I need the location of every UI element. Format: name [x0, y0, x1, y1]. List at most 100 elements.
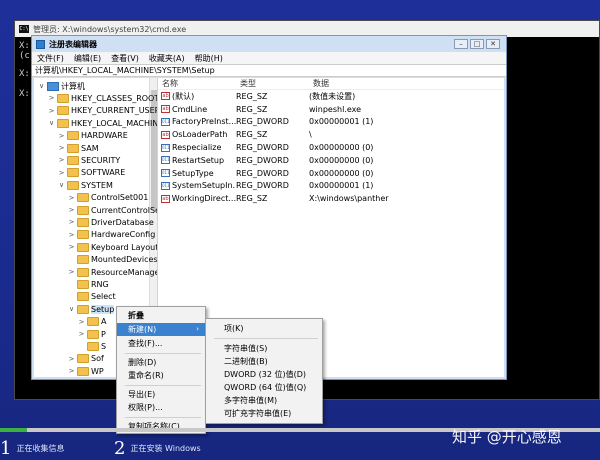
binary-value-icon: 011 [161, 117, 170, 126]
menu-favorites[interactable]: 收藏夹(A) [149, 53, 185, 64]
value-row[interactable]: ab OsLoaderPath REG_SZ \ [158, 128, 504, 141]
tree-node[interactable]: Select [68, 291, 116, 303]
menu-item-find[interactable]: 查找(F)... [117, 337, 205, 350]
chevron-right-icon[interactable]: > [68, 231, 75, 239]
submenu-item-key[interactable]: 项(K) [206, 322, 322, 335]
chevron-right-icon[interactable]: > [48, 94, 55, 102]
tree-node[interactable]: > P [78, 328, 106, 340]
folder-icon [77, 242, 89, 252]
chevron-down-icon[interactable]: ∨ [48, 119, 55, 127]
tree-node[interactable]: > HARDWARE [58, 130, 128, 142]
value-row[interactable]: 011 Respecialize REG_DWORD 0x00000000 (0) [158, 141, 504, 154]
menu-file[interactable]: 文件(F) [37, 53, 64, 64]
value-row[interactable]: 011 FactoryPreInst... REG_DWORD 0x00000001 … [158, 116, 504, 129]
menu-item-export[interactable]: 导出(E) [117, 388, 205, 401]
chevron-right-icon[interactable]: > [58, 169, 65, 177]
close-icon[interactable]: ✕ [486, 39, 500, 49]
value-row[interactable]: ab WorkingDirect... REG_SZ X:\windows\panth… [158, 192, 504, 205]
tree-node[interactable]: > SAM [58, 142, 99, 154]
tree-node[interactable]: > HKEY_CLASSES_ROOT [48, 92, 157, 104]
value-row[interactable]: ab (默认) REG_SZ (数值未设置) [158, 90, 504, 103]
chevron-down-icon[interactable]: ∨ [68, 305, 75, 313]
tree-node[interactable]: > CurrentControlSet [68, 204, 157, 216]
submenu-item-string[interactable]: 字符串值(S) [206, 342, 322, 355]
value-type: REG_SZ [236, 91, 268, 101]
tree-node-label: DriverDatabase [91, 217, 154, 227]
submenu-item-multi-string[interactable]: 多字符串值(M) [206, 394, 322, 407]
tree-node-label: RNG [91, 279, 109, 289]
chevron-right-icon[interactable]: > [48, 107, 55, 115]
tree-node[interactable]: > Sof [68, 353, 104, 365]
address-bar[interactable]: 计算机\HKEY_LOCAL_MACHINE\SYSTEM\Setup [32, 64, 506, 77]
chevron-right-icon[interactable]: > [68, 243, 75, 251]
menu-item-delete[interactable]: 删除(D) [117, 356, 205, 369]
tree-node[interactable]: ∨ SYSTEM [58, 179, 113, 191]
menu-help[interactable]: 帮助(H) [195, 53, 223, 64]
window-controls: – □ ✕ [454, 39, 500, 49]
tree-node[interactable]: > ControlSet001 [68, 192, 148, 204]
chevron-right-icon[interactable]: > [68, 194, 75, 202]
folder-icon [67, 143, 79, 153]
chevron-right-icon[interactable]: > [78, 318, 85, 326]
tree-node[interactable]: RNG [68, 278, 109, 290]
tree-node[interactable]: S [78, 340, 106, 352]
tree-node[interactable]: MountedDevices [68, 254, 157, 266]
chevron-down-icon[interactable]: ∨ [38, 82, 45, 90]
folder-icon [77, 267, 89, 277]
tree-node[interactable]: > Keyboard Layout [68, 241, 157, 253]
tree-node[interactable]: > WP [68, 365, 104, 377]
minimize-icon[interactable]: – [454, 39, 468, 49]
tree-node-label: S [101, 341, 107, 351]
chevron-right-icon[interactable]: > [58, 132, 65, 140]
folder-icon [87, 341, 99, 351]
value-row[interactable]: 011 SystemSetupIn... REG_DWORD 0x00000001 (… [158, 180, 504, 193]
menu-item-permissions[interactable]: 权限(P)... [117, 401, 205, 414]
submenu-item-qword[interactable]: QWORD (64 位)值(Q) [206, 381, 322, 394]
value-row[interactable]: ab CmdLine REG_SZ winpeshl.exe [158, 103, 504, 116]
value-name-cell: 011 SetupType [158, 169, 236, 178]
tree-node[interactable]: > SOFTWARE [58, 167, 125, 179]
chevron-right-icon[interactable]: > [68, 218, 75, 226]
folder-icon [57, 93, 69, 103]
setup-step-2: 2 正在安装 Windows [114, 438, 201, 459]
value-data: 0x00000000 (0) [309, 143, 374, 153]
chevron-right-icon[interactable]: > [68, 268, 75, 276]
chevron-right-icon[interactable]: > [78, 330, 85, 338]
setup-progress-fill [0, 428, 27, 432]
menu-item-collapse[interactable]: 折叠 [117, 309, 205, 322]
tree-node[interactable]: > A [78, 316, 106, 328]
column-data[interactable]: 数据 [309, 78, 329, 89]
submenu-item-binary[interactable]: 二进制值(B) [206, 355, 322, 368]
column-type[interactable]: 类型 [236, 78, 309, 89]
regedit-titlebar[interactable]: 注册表编辑器 [32, 36, 506, 52]
tree-node-label: WP [91, 366, 104, 376]
value-name: FactoryPreInst... [172, 117, 236, 127]
tree-node[interactable]: ∨ Setup [68, 303, 115, 315]
value-row[interactable]: 011 RestartSetup REG_DWORD 0x00000000 (0) [158, 154, 504, 167]
submenu-item-dword[interactable]: DWORD (32 位)值(D) [206, 368, 322, 381]
menu-item-new[interactable]: 新建(N) › [117, 323, 205, 336]
tree-node[interactable]: > DriverDatabase [68, 216, 154, 228]
chevron-right-icon[interactable]: > [58, 144, 65, 152]
tree-node[interactable]: > HardwareConfig [68, 229, 155, 241]
chevron-right-icon[interactable]: > [68, 367, 75, 375]
chevron-right-icon[interactable]: > [68, 206, 75, 214]
tree-node[interactable]: > SECURITY [58, 154, 120, 166]
chevron-down-icon[interactable]: ∨ [58, 181, 65, 189]
submenu-item-expandable-string[interactable]: 可扩充字符串值(E) [206, 407, 322, 420]
tree-node[interactable]: ∨ 计算机 [38, 80, 85, 92]
chevron-right-icon[interactable]: > [58, 156, 65, 164]
maximize-icon[interactable]: □ [470, 39, 484, 49]
column-name[interactable]: 名称 [158, 78, 236, 89]
tree-node[interactable]: > HKEY_CURRENT_USER [48, 105, 157, 117]
tree-node-label: Select [91, 292, 116, 302]
menu-item-rename[interactable]: 重命名(R) [117, 369, 205, 382]
tree-node-label: HARDWARE [81, 131, 128, 141]
chevron-right-icon[interactable]: > [68, 355, 75, 363]
menu-edit[interactable]: 编辑(E) [74, 53, 101, 64]
tree-node[interactable]: ∨ HKEY_LOCAL_MACHINE [48, 117, 157, 129]
tree-node[interactable]: > ResourceManager [68, 266, 157, 278]
menu-view[interactable]: 查看(V) [111, 53, 139, 64]
value-row[interactable]: 011 SetupType REG_DWORD 0x00000000 (0) [158, 167, 504, 180]
regedit-icon [36, 39, 45, 49]
